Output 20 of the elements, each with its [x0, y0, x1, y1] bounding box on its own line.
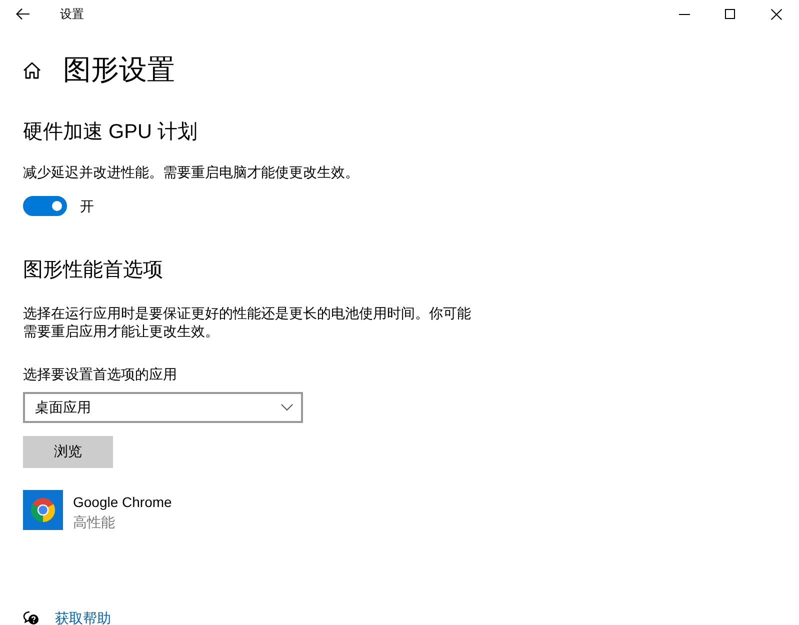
page-title: 图形设置	[63, 53, 175, 87]
app-name: Google Chrome	[73, 493, 172, 512]
field-label: 选择要设置首选项的应用	[23, 365, 177, 384]
browser-logo-icon	[23, 490, 63, 530]
section-description: 选择在运行应用时是要保证更好的性能还是更长的电池使用时间。你可能需要重启应用才能让更改生效。	[23, 304, 472, 340]
section-heading: 硬件加速 GPU 计划	[23, 120, 198, 145]
maximize-icon[interactable]	[725, 9, 735, 19]
home-icon[interactable]	[23, 62, 41, 78]
app-type-dropdown[interactable]: 桌面应用	[23, 392, 303, 423]
toggle-switch[interactable]	[23, 196, 67, 216]
chevron-down-icon	[281, 404, 293, 411]
back-arrow-icon[interactable]	[16, 8, 30, 20]
window-title: 设置	[60, 6, 84, 22]
toggle-state-label: 开	[80, 197, 94, 216]
help-link[interactable]: 获取帮助	[55, 610, 111, 625]
app-preference: 高性能	[73, 513, 116, 532]
browse-button[interactable]: 浏览	[23, 436, 113, 468]
section-description: 减少延迟并改进性能。需要重启电脑才能使更改生效。	[23, 163, 360, 181]
section-heading: 图形性能首选项	[23, 258, 163, 283]
close-icon[interactable]	[770, 8, 782, 20]
